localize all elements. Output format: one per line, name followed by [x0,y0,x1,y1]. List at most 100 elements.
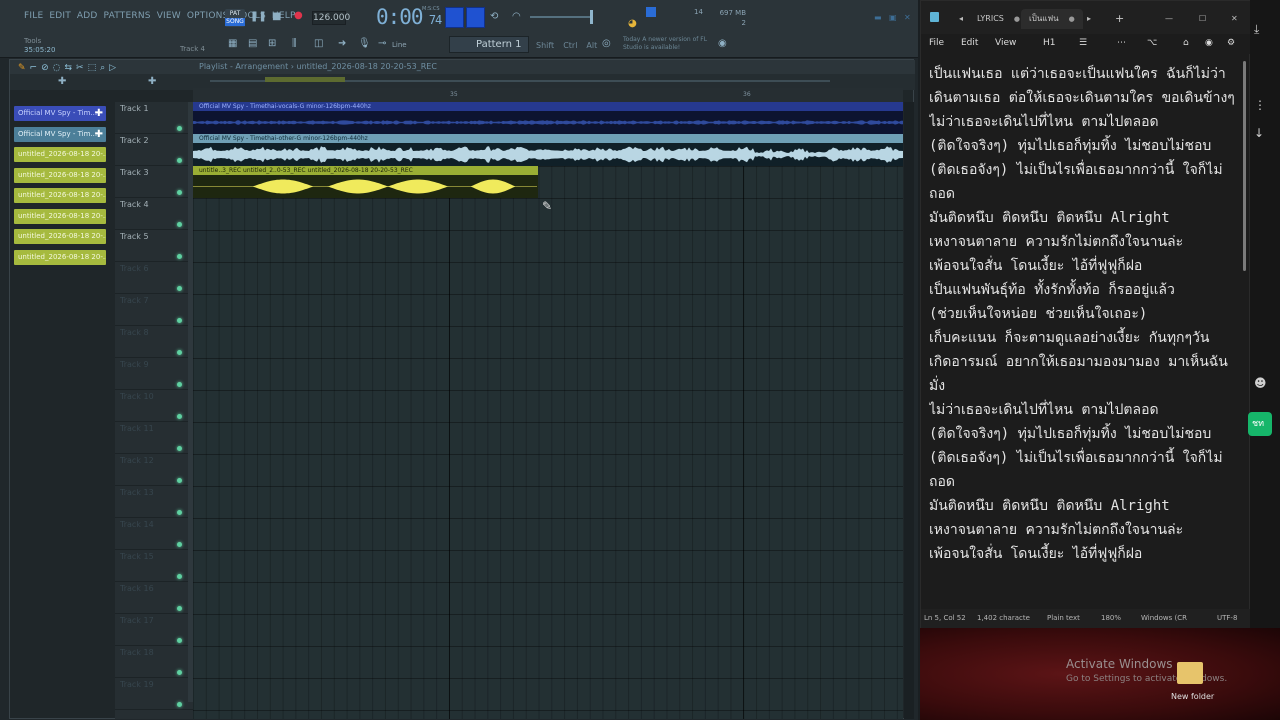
slice-tool-icon[interactable]: ✂ [76,61,84,75]
track-header[interactable]: Track 17 [115,614,193,646]
track-mute-icon[interactable] [177,574,182,579]
heading-select[interactable]: H1 [1043,38,1056,48]
track-header[interactable]: Track 1 [115,102,193,134]
picker-clip[interactable]: Official MV Spy - Tim... ✚ [14,106,106,121]
clip-vocals[interactable]: Official MV Spy - Timethai-vocals-G mino… [193,102,903,134]
track-header[interactable]: Track 11 [115,422,193,454]
zoom-tool-icon[interactable]: ⌕ [100,61,105,75]
picker-clip[interactable]: untitled_2026-08-18 20-... [14,167,106,183]
track-mute-icon[interactable] [177,414,182,419]
help-icon[interactable]: ◉ [718,38,727,49]
minimize-icon[interactable]: ▬ [874,13,882,22]
np-close-icon[interactable]: ✕ [1231,9,1238,29]
np-minimize-icon[interactable]: — [1165,9,1173,29]
close-icon[interactable]: ✕ [904,13,911,22]
track-header[interactable]: Track 7 [115,294,193,326]
picker-clip[interactable]: untitled_2026-08-18 20-... [14,188,106,203]
picker-clip[interactable]: untitled_2026-08-18 20-... [14,249,106,265]
plugin-icon[interactable]: ◫ [314,38,323,49]
folder-icon[interactable] [1177,662,1203,684]
picker-clip[interactable]: untitled_2026-08-18 20-... [14,208,106,224]
snap-select[interactable]: Line [392,41,407,49]
piano-roll-icon[interactable]: ▤ [248,38,257,49]
picker-clip[interactable]: untitled_2026-08-18 20-... [14,147,106,162]
notepad-text[interactable]: เป็นแฟนเธอ แต่ว่าเธอจะเป็นแฟนใคร ฉันก็ไม… [929,62,1239,610]
menu-view[interactable]: VIEW [157,11,181,21]
track-mute-icon[interactable] [177,126,182,131]
arrangement-grid[interactable]: Official MV Spy - Timethai-vocals-G mino… [193,102,903,719]
channel-rack-icon[interactable]: ⊞ [268,38,276,49]
record-icon[interactable]: ● [294,10,303,21]
pause-icon[interactable]: ❚❚ [250,11,267,22]
arrow-icon[interactable]: ➜ [338,38,346,49]
track-mute-icon[interactable] [177,190,182,195]
folder-label[interactable]: New folder [1171,692,1214,701]
add-clip-icon[interactable]: ✚ [95,127,103,142]
snap-magnet-icon[interactable]: ⊸ [378,38,386,49]
format-icon[interactable]: ⌥ [1147,38,1157,48]
track-mute-icon[interactable] [177,222,182,227]
picker-clip[interactable]: untitled_2026-08-18 20-... [14,229,106,244]
online-icon[interactable]: ◎ [602,38,611,49]
track-mute-icon[interactable] [177,702,182,707]
menu-add[interactable]: ADD [77,11,98,21]
np-menu-view[interactable]: View [995,38,1016,48]
playback-tool-icon[interactable]: ▷ [109,61,116,75]
track-header[interactable]: Track 19 [115,678,193,710]
track-header[interactable]: Track 16 [115,582,193,614]
np-menu-file[interactable]: File [929,38,944,48]
delete-tool-icon[interactable]: ⊘ [41,61,49,75]
track-header[interactable]: Track 5 [115,230,193,262]
track-mute-icon[interactable] [177,606,182,611]
track-mute-icon[interactable] [177,382,182,387]
track-mute-icon[interactable] [177,286,182,291]
track-mute-icon[interactable] [177,158,182,163]
copilot-icon[interactable]: ⌂ [1183,38,1189,48]
track-header[interactable]: Track 8 [115,326,193,358]
menu-patterns[interactable]: PATTERNS [104,11,151,21]
wait-icon[interactable]: ◠ [512,11,521,22]
step-edit-button[interactable] [445,7,464,28]
settings-gear-icon[interactable]: ⚙ [1227,38,1235,48]
picker-clip[interactable]: Official MV Spy - Tim... ✚ [14,126,106,142]
track-header[interactable]: Track 6 [115,262,193,294]
maximize-icon[interactable]: ▣ [889,13,897,22]
track-mute-icon[interactable] [177,542,182,547]
chat-button[interactable]: ชท [1248,412,1272,436]
track-mute-icon[interactable] [177,446,182,451]
download-icon[interactable]: ⤓ [1254,22,1259,37]
mute-tool-icon[interactable]: ◌ [53,61,61,75]
track-header[interactable]: Track 14 [115,518,193,550]
more-icon[interactable]: ⋯ [1117,38,1126,48]
track-mute-icon[interactable] [177,638,182,643]
track-header[interactable]: Track 3 [115,166,193,198]
tab-lyrics[interactable]: LYRICS ● [977,9,1020,29]
notepad-scrollbar[interactable] [1243,61,1246,271]
track-mute-icon[interactable] [177,318,182,323]
add-clip-icon[interactable]: ✚ [95,106,103,121]
add-track-icon[interactable]: ✚ [58,76,66,87]
tab-next-icon[interactable]: ▸ [1087,9,1091,29]
timeline-ruler[interactable]: 35 36 [193,88,903,102]
track-header[interactable]: Track 12 [115,454,193,486]
new-tab-icon[interactable]: + [1115,9,1124,29]
tab-prev-icon[interactable]: ◂ [959,9,963,29]
menu-edit[interactable]: EDIT [49,11,71,21]
account-icon[interactable]: ◉ [1205,38,1213,48]
slip-tool-icon[interactable]: ⇆ [65,61,73,75]
playlist-icon[interactable]: ▦ [228,38,237,49]
pat-song-toggle[interactable]: PAT SONG [225,9,245,27]
paint-tool-icon[interactable]: ⌐ [30,61,38,75]
menu-options[interactable]: OPTIONS [187,11,229,21]
arrow-down-icon[interactable]: ↓ [1254,126,1264,140]
snap-plus-icon[interactable]: ✚ [148,76,156,87]
tab-current[interactable]: เป็นแฟน ● [1021,9,1083,29]
news-ticker[interactable]: Today A newer version of FL Studio is av… [623,36,717,52]
list-icon[interactable]: ☰ [1079,38,1087,48]
stop-icon[interactable]: ■ [272,11,281,22]
np-menu-edit[interactable]: Edit [961,38,978,48]
clip-other[interactable]: Official MV Spy - Timethai-other-G minor… [193,134,903,166]
clip-recording[interactable]: untitle..3_REC untitled_2..0-53_REC unti… [193,166,538,198]
select-tool-icon[interactable]: ⬚ [88,61,97,75]
track-header[interactable]: Track 2 [115,134,193,166]
